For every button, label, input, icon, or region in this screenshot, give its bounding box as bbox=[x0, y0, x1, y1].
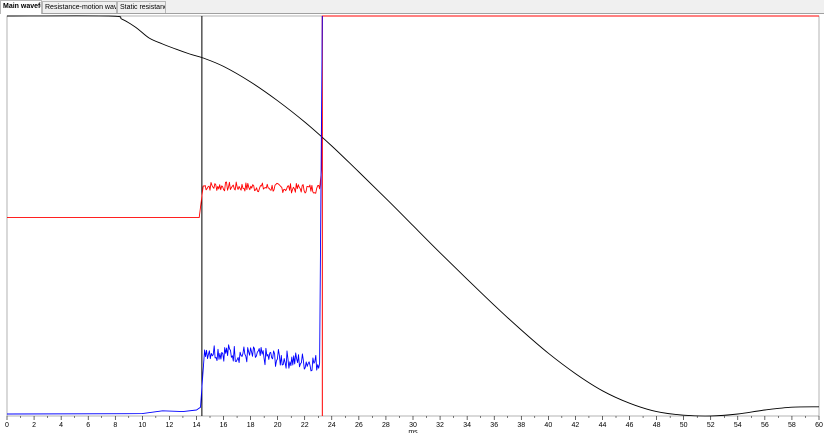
tab-resistance-motion-waveform[interactable]: Resistance-motion waveform bbox=[42, 1, 117, 13]
x-tick-label: 14 bbox=[193, 422, 201, 429]
x-tick-label: 60 bbox=[815, 422, 823, 429]
x-tick-label: 32 bbox=[436, 422, 444, 429]
x-tick-label: 40 bbox=[544, 422, 552, 429]
series-line-2 bbox=[6, 15, 323, 415]
x-tick-label: 12 bbox=[166, 422, 174, 429]
x-tick-label: 16 bbox=[220, 422, 228, 429]
x-tick-label: 26 bbox=[355, 422, 363, 429]
x-tick-label: 56 bbox=[761, 422, 769, 429]
x-tick-label: 58 bbox=[788, 422, 796, 429]
waveform-plot[interactable]: 0 2 4 6 8 10 12 14 16 18 20 22 24 26 28 30 32 34 36 38 40 42 4… bbox=[0, 14, 824, 433]
x-tick-label: 22 bbox=[301, 422, 309, 429]
x-tick-label: 36 bbox=[490, 422, 498, 429]
x-axis-title: ms bbox=[408, 429, 418, 433]
x-tick-label: 52 bbox=[707, 422, 715, 429]
tab-bar: Main waveform Resistance-motion waveform… bbox=[0, 0, 824, 14]
plot-border bbox=[6, 15, 820, 417]
series-lines bbox=[6, 15, 820, 417]
x-tick-label: 10 bbox=[138, 422, 146, 429]
x-tick-label: 48 bbox=[653, 422, 661, 429]
x-tick-label: 28 bbox=[382, 422, 390, 429]
waveform-chart: 0 2 4 6 8 10 12 14 16 18 20 22 24 26 28 30 32 34 36 38 40 42 4… bbox=[5, 15, 823, 433]
x-tick-label: 2 bbox=[32, 422, 36, 429]
x-tick-label: 46 bbox=[626, 422, 634, 429]
x-tick-label: 4 bbox=[59, 422, 63, 429]
x-tick-label: 50 bbox=[680, 422, 688, 429]
x-tick-label: 18 bbox=[247, 422, 255, 429]
x-tick-label: 42 bbox=[572, 422, 580, 429]
tab-main-waveform[interactable]: Main waveform bbox=[0, 0, 42, 14]
x-tick-label: 54 bbox=[734, 422, 742, 429]
x-tick-label: 20 bbox=[274, 422, 282, 429]
x-tick-label: 44 bbox=[599, 422, 607, 429]
x-tick-label: 6 bbox=[86, 422, 90, 429]
x-tick-label: 30 bbox=[409, 422, 417, 429]
x-tick-label: 38 bbox=[517, 422, 525, 429]
tab-static-resistance[interactable]: Static resistance bbox=[117, 1, 166, 13]
x-tick-label: 34 bbox=[463, 422, 471, 429]
x-tick-label: 24 bbox=[328, 422, 336, 429]
x-tick-label: 8 bbox=[113, 422, 117, 429]
series-line-0 bbox=[6, 15, 820, 417]
x-tick-label: 0 bbox=[5, 422, 9, 429]
x-axis: 0 2 4 6 8 10 12 14 16 18 20 22 24 26 28 30 32 34 36 38 40 42 4… bbox=[5, 416, 823, 429]
plot-frame bbox=[6, 15, 820, 417]
series-line-1 bbox=[7, 15, 819, 219]
